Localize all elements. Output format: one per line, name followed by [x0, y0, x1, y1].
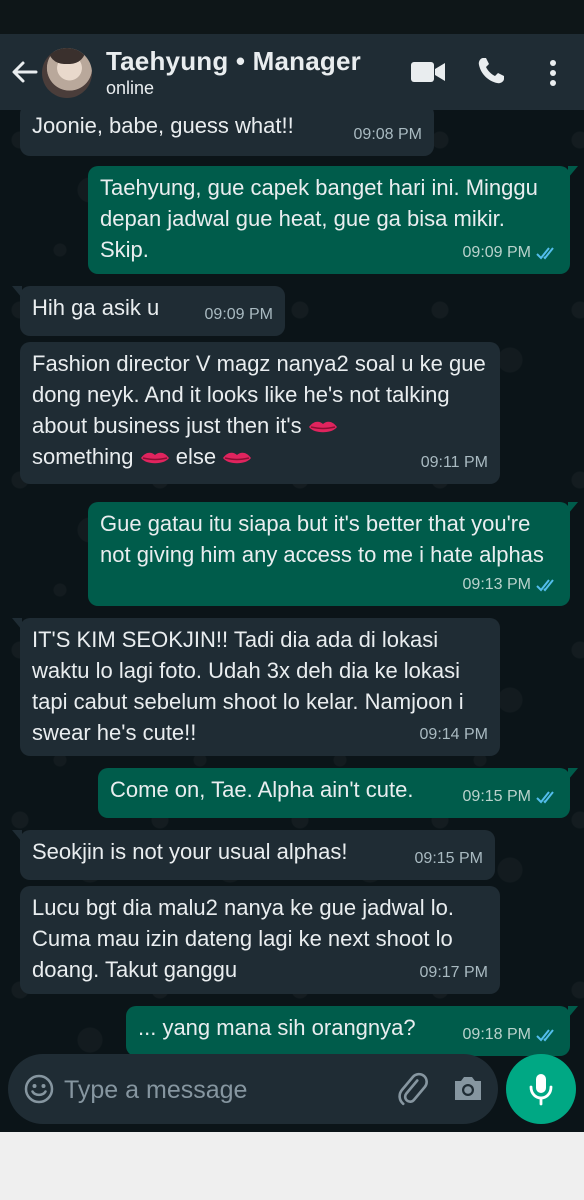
emoji-icon[interactable] [24, 1074, 54, 1104]
message-text: Joonie, babe, guess what!! [32, 113, 294, 138]
message-text: Come on, Tae. Alpha ain't cute. [110, 777, 414, 802]
message-bubble-outgoing[interactable]: ... yang mana sih orangnya? 09:18 PM [126, 1006, 578, 1056]
message-bubble-outgoing[interactable]: Taehyung, gue capek banget hari ini. Min… [88, 166, 578, 274]
message-text: Fashion director V magz nanya2 soal u ke… [32, 351, 492, 438]
message-bubble-incoming[interactable]: Seokjin is not your usual alphas! 09:15 … [12, 830, 495, 880]
voice-call-icon[interactable] [476, 56, 506, 86]
message-meta: 09:17 PM [420, 957, 488, 988]
message-bubble-incoming[interactable]: Lucu bgt dia malu2 nanya ke gue jadwal l… [20, 886, 500, 994]
video-call-icon[interactable] [410, 60, 446, 84]
bottom-blank-area [0, 1132, 584, 1200]
message-time: 09:09 PM [462, 244, 531, 261]
message-time: 09:09 PM [204, 306, 273, 323]
chat-header: Taehyung • Manager online [0, 34, 584, 110]
message-text: Gue gatau itu siapa but it's better that… [100, 511, 544, 567]
message-text: IT'S KIM SEOKJIN!! Tadi dia ada di lokas… [32, 627, 470, 745]
message-meta: 09:09 PM [463, 237, 558, 268]
message-time: 09:15 PM [414, 850, 483, 867]
message-time: 09:14 PM [419, 726, 488, 743]
message-text: Lucu bgt dia malu2 nanya ke gue jadwal l… [32, 895, 461, 982]
more-options-icon[interactable] [544, 58, 562, 88]
message-meta: 09:15 PM [415, 843, 483, 874]
message-meta: 09:14 PM [420, 719, 488, 750]
message-input[interactable] [62, 1070, 386, 1110]
message-text: else [175, 444, 217, 469]
message-time: 09:18 PM [462, 1026, 531, 1043]
read-receipt-icon [536, 790, 554, 803]
message-meta: 09:15 PM [463, 781, 558, 812]
read-receipt-icon [536, 1028, 554, 1041]
contact-status: online [106, 78, 155, 98]
message-meta: 09:13 PM [463, 569, 558, 600]
message-text: Hih ga asik u [32, 295, 160, 320]
status-bar [0, 0, 584, 34]
message-time: 09:11 PM [420, 454, 488, 471]
message-bubble-incoming[interactable]: Fashion director V magz nanya2 soal u ke… [20, 342, 500, 484]
message-time: 09:13 PM [462, 576, 531, 593]
message-bubble-outgoing[interactable]: Gue gatau itu siapa but it's better that… [88, 502, 578, 606]
read-receipt-icon [536, 578, 554, 591]
message-time: 09:17 PM [419, 964, 488, 981]
voice-message-button[interactable] [506, 1054, 576, 1124]
message-meta: 09:11 PM [421, 447, 488, 478]
camera-icon[interactable] [452, 1074, 484, 1102]
message-bubble-incoming[interactable]: Joonie, babe, guess what!! 09:08 PM [20, 110, 434, 156]
message-bubble-incoming[interactable]: Hih ga asik u 09:09 PM [12, 286, 285, 336]
message-list[interactable]: Joonie, babe, guess what!! 09:08 PM Taeh… [0, 110, 584, 1132]
message-time: 09:08 PM [353, 126, 422, 143]
message-meta: 09:09 PM [205, 299, 273, 330]
attach-icon[interactable] [396, 1072, 428, 1106]
contact-avatar[interactable] [42, 48, 92, 98]
message-input-container[interactable] [8, 1054, 498, 1124]
message-composer [0, 1052, 584, 1132]
message-text: ... yang mana sih orangnya? [138, 1015, 416, 1040]
message-meta: 09:18 PM [463, 1019, 558, 1050]
message-meta: 09:08 PM [354, 119, 422, 150]
message-text: something [32, 444, 134, 469]
lips-emoji-icon [140, 452, 169, 464]
message-text: Seokjin is not your usual alphas! [32, 839, 348, 864]
contact-name[interactable]: Taehyung • Manager [106, 46, 361, 77]
lips-emoji-icon [223, 452, 252, 464]
message-time: 09:15 PM [462, 788, 531, 805]
message-bubble-outgoing[interactable]: Come on, Tae. Alpha ain't cute. 09:15 PM [98, 768, 578, 818]
lips-emoji-icon [308, 421, 337, 433]
message-bubble-incoming[interactable]: IT'S KIM SEOKJIN!! Tadi dia ada di lokas… [12, 618, 500, 756]
microphone-icon [529, 1074, 553, 1106]
back-arrow-icon[interactable] [10, 60, 38, 84]
read-receipt-icon [536, 246, 554, 259]
